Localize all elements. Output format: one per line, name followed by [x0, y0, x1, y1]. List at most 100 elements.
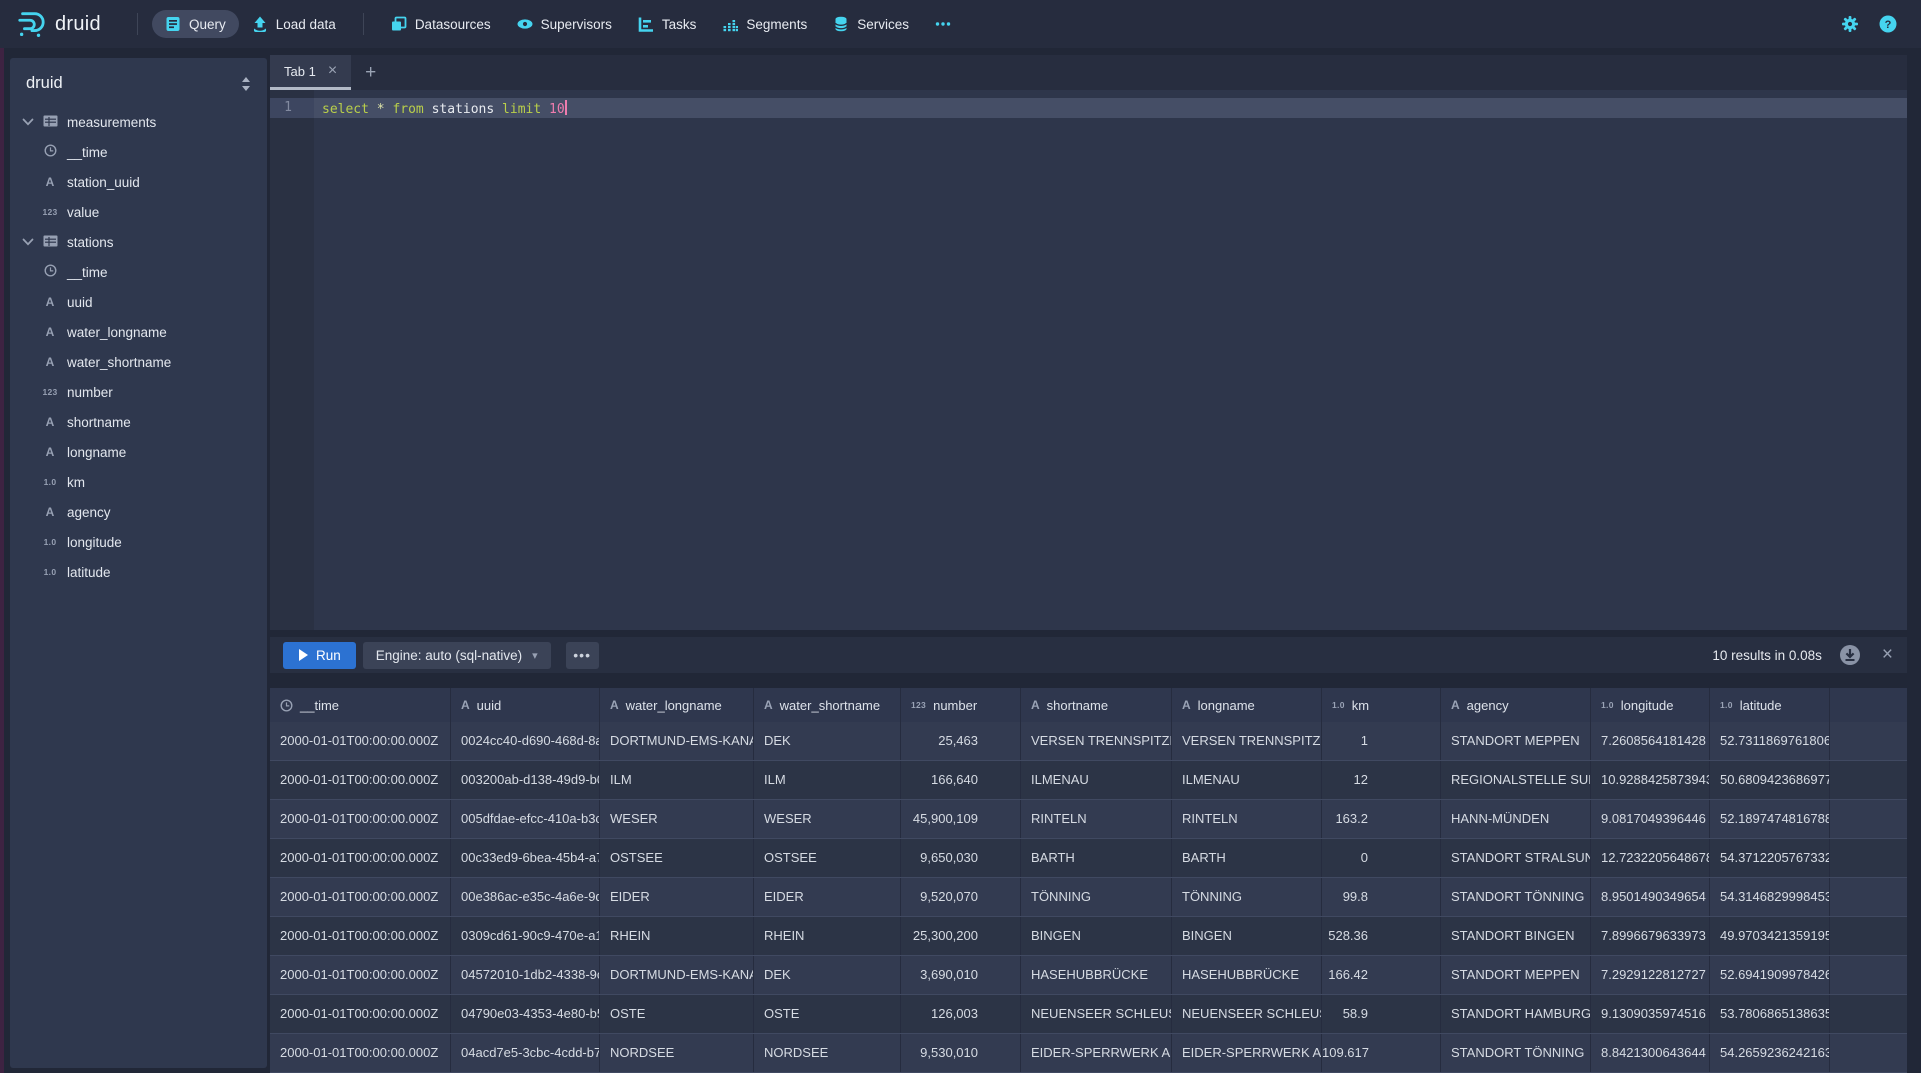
- chevron-down-icon[interactable]: [20, 234, 36, 250]
- nav-item-datasources[interactable]: Datasources: [378, 10, 504, 38]
- cell-longname[interactable]: NEUENSEER SCHLEUSE: [1172, 995, 1322, 1033]
- cell-longitude[interactable]: 7.2929122812727: [1591, 956, 1710, 994]
- cell-longname[interactable]: TÖNNING: [1172, 878, 1322, 916]
- cell-__time[interactable]: 2000-01-01T00:00:00.000Z: [270, 839, 451, 877]
- cell-water_shortname[interactable]: DEK: [754, 956, 901, 994]
- cell-km[interactable]: 0: [1322, 839, 1441, 877]
- chevron-down-icon[interactable]: [20, 114, 36, 130]
- sql-editor[interactable]: 1 select * from stations limit 10: [270, 90, 1907, 630]
- nav-item-segments[interactable]: Segments: [709, 10, 820, 38]
- cell-agency[interactable]: STANDORT TÖNNING: [1441, 1034, 1591, 1072]
- nav-item-supervisors[interactable]: Supervisors: [504, 10, 625, 38]
- cell-uuid[interactable]: 00c33ed9-6bea-45b4-a7c2: [451, 839, 600, 877]
- cell-longname[interactable]: EIDER-SPERRWERK AP: [1172, 1034, 1322, 1072]
- cell-number[interactable]: 3,690,010: [901, 956, 1021, 994]
- gear-icon[interactable]: [1841, 15, 1859, 33]
- cell-uuid[interactable]: 0024cc40-d690-468d-8a73: [451, 722, 600, 760]
- tree-item-uuid[interactable]: Auuid: [10, 287, 267, 317]
- tree-item-km[interactable]: 1.0km: [10, 467, 267, 497]
- nav-item-tasks[interactable]: Tasks: [625, 10, 710, 38]
- cell-km[interactable]: 528.36: [1322, 917, 1441, 955]
- cell-water_longname[interactable]: OSTSEE: [600, 839, 754, 877]
- tree-item-latitude[interactable]: 1.0latitude: [10, 557, 267, 587]
- cell-uuid[interactable]: 00e386ac-e35c-4a6e-9d4b: [451, 878, 600, 916]
- cell-agency[interactable]: STANDORT MEPPEN: [1441, 722, 1591, 760]
- cell-km[interactable]: 166.42: [1322, 956, 1441, 994]
- tree-group-stations[interactable]: stations: [10, 227, 267, 257]
- column-header-longname[interactable]: Alongname: [1172, 688, 1322, 722]
- cell-shortname[interactable]: NEUENSEER SCHLEUSE: [1021, 995, 1172, 1033]
- tree-group-measurements[interactable]: measurements: [10, 107, 267, 137]
- cell-latitude[interactable]: 52.1897474816788: [1710, 800, 1830, 838]
- cell-shortname[interactable]: ILMENAU: [1021, 761, 1172, 799]
- cell-uuid[interactable]: 005dfdae-efcc-410a-b3c1: [451, 800, 600, 838]
- cell-number[interactable]: 166,640: [901, 761, 1021, 799]
- cell-__time[interactable]: 2000-01-01T00:00:00.000Z: [270, 800, 451, 838]
- column-header-agency[interactable]: Aagency: [1441, 688, 1591, 722]
- column-header-km[interactable]: 1.0km: [1322, 688, 1441, 722]
- cell-water_longname[interactable]: DORTMUND-EMS-KANAL: [600, 956, 754, 994]
- cell-water_longname[interactable]: EIDER: [600, 878, 754, 916]
- cell-shortname[interactable]: EIDER-SPERRWERK AP: [1021, 1034, 1172, 1072]
- cell-water_longname[interactable]: WESER: [600, 800, 754, 838]
- column-header-number[interactable]: 123number: [901, 688, 1021, 722]
- nav-item-load-data[interactable]: Load data: [239, 10, 349, 38]
- cell-uuid[interactable]: 04790e03-4353-4e80-b5a9: [451, 995, 600, 1033]
- cell-water_longname[interactable]: DORTMUND-EMS-KANAL: [600, 722, 754, 760]
- cell-agency[interactable]: REGIONALSTELLE SUHL: [1441, 761, 1591, 799]
- column-header-water_shortname[interactable]: Awater_shortname: [754, 688, 901, 722]
- cell-longitude[interactable]: 8.9501490349654: [1591, 878, 1710, 916]
- cell-agency[interactable]: STANDORT TÖNNING: [1441, 878, 1591, 916]
- cell-shortname[interactable]: BINGEN: [1021, 917, 1172, 955]
- tree-item-water_shortname[interactable]: Awater_shortname: [10, 347, 267, 377]
- column-header-shortname[interactable]: Ashortname: [1021, 688, 1172, 722]
- cell-__time[interactable]: 2000-01-01T00:00:00.000Z: [270, 722, 451, 760]
- cell-__time[interactable]: 2000-01-01T00:00:00.000Z: [270, 956, 451, 994]
- cell-water_shortname[interactable]: EIDER: [754, 878, 901, 916]
- tree-item-longname[interactable]: Alongname: [10, 437, 267, 467]
- cell-latitude[interactable]: 53.7806865138635: [1710, 995, 1830, 1033]
- column-header-latitude[interactable]: 1.0latitude: [1710, 688, 1830, 722]
- cell-longitude[interactable]: 7.8996679633973: [1591, 917, 1710, 955]
- nav-item-query[interactable]: Query: [152, 10, 239, 38]
- cell-latitude[interactable]: 49.9703421359195: [1710, 917, 1830, 955]
- new-tab-button[interactable]: +: [351, 55, 390, 90]
- cell-agency[interactable]: STANDORT HAMBURG: [1441, 995, 1591, 1033]
- engine-select[interactable]: Engine: auto (sql-native) ▾: [363, 642, 551, 669]
- cell-latitude[interactable]: 54.3146829998453: [1710, 878, 1830, 916]
- cell-shortname[interactable]: HASEHUBBRÜCKE: [1021, 956, 1172, 994]
- tree-item-shortname[interactable]: Ashortname: [10, 407, 267, 437]
- tree-item-station_uuid[interactable]: Astation_uuid: [10, 167, 267, 197]
- cell-shortname[interactable]: TÖNNING: [1021, 878, 1172, 916]
- cell-latitude[interactable]: 52.6941909978426: [1710, 956, 1830, 994]
- cell-water_shortname[interactable]: WESER: [754, 800, 901, 838]
- download-icon[interactable]: [1839, 644, 1861, 666]
- cell-km[interactable]: 163.2: [1322, 800, 1441, 838]
- cell-number[interactable]: 9,530,010: [901, 1034, 1021, 1072]
- cell-agency[interactable]: STANDORT BINGEN: [1441, 917, 1591, 955]
- cell-water_shortname[interactable]: ILM: [754, 761, 901, 799]
- cell-number[interactable]: 45,900,109: [901, 800, 1021, 838]
- cell-number[interactable]: 25,300,200: [901, 917, 1021, 955]
- cell-longitude[interactable]: 8.8421300643644: [1591, 1034, 1710, 1072]
- help-icon[interactable]: ?: [1879, 15, 1897, 33]
- cell-uuid[interactable]: 003200ab-d138-49d9-b0ac: [451, 761, 600, 799]
- column-header-uuid[interactable]: Auuid: [451, 688, 600, 722]
- sort-icon[interactable]: [239, 76, 253, 92]
- tree-item-number[interactable]: 123number: [10, 377, 267, 407]
- druid-brand[interactable]: druid: [16, 9, 101, 39]
- column-header-water_longname[interactable]: Awater_longname: [600, 688, 754, 722]
- cell-latitude[interactable]: 54.3712205767332: [1710, 839, 1830, 877]
- tree-item-value[interactable]: 123value: [10, 197, 267, 227]
- cell-km[interactable]: 109.617: [1322, 1034, 1441, 1072]
- cell-longname[interactable]: BINGEN: [1172, 917, 1322, 955]
- cell-agency[interactable]: STANDORT MEPPEN: [1441, 956, 1591, 994]
- cell-latitude[interactable]: 50.6809423686977: [1710, 761, 1830, 799]
- nav-item-more[interactable]: [922, 10, 964, 38]
- cell-km[interactable]: 12: [1322, 761, 1441, 799]
- cell-longname[interactable]: VERSEN TRENNSPITZE: [1172, 722, 1322, 760]
- cell-water_shortname[interactable]: NORDSEE: [754, 1034, 901, 1072]
- cell-km[interactable]: 99.8: [1322, 878, 1441, 916]
- cell-uuid[interactable]: 04acd7e5-3cbc-4cdd-b7f3: [451, 1034, 600, 1072]
- cell-shortname[interactable]: VERSEN TRENNSPITZE: [1021, 722, 1172, 760]
